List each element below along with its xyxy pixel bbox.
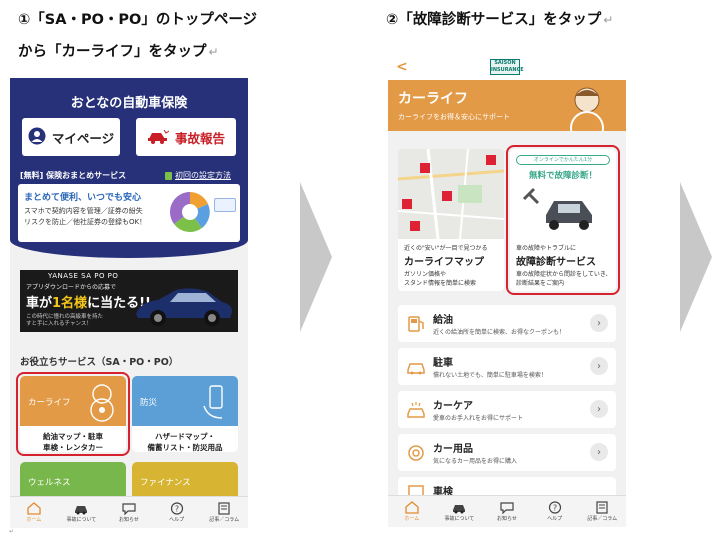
step1-caption-line2: から「カーライフ」をタップ ↵ xyxy=(18,44,219,60)
service-label: [無料] 保険おまとめサービス xyxy=(20,171,127,180)
map-card-title: カーライフマップ xyxy=(404,257,484,268)
help-icon: ? xyxy=(548,501,561,514)
nav-news[interactable]: お知らせ xyxy=(483,496,531,527)
mypage-label: マイページ xyxy=(51,130,115,146)
home-icon xyxy=(27,502,41,515)
nav-news[interactable]: お知らせ xyxy=(105,497,153,528)
map-thumbnail xyxy=(398,149,504,240)
svg-text:?: ? xyxy=(174,505,178,514)
screen-sapopo-top: おとなの自動車保険 マイページ 事故報告 [無料] 保険おまとめサービス 初回の… xyxy=(10,78,248,528)
hand-phone-icon xyxy=(198,382,232,426)
nav-articles[interactable]: 記事／コラム xyxy=(200,497,248,528)
bottom-nav: ホーム 事故について お知らせ ? ヘルプ 記事／コラム xyxy=(10,496,248,528)
parking-car-icon xyxy=(407,363,425,375)
card-text-2: リスクを防止／他社証券の登録もOK！ xyxy=(24,218,147,226)
car-crash-icon xyxy=(147,128,170,147)
chevron-right-icon: › xyxy=(590,443,608,461)
pie-graphic-icon xyxy=(168,190,212,238)
svg-text:?: ? xyxy=(552,504,556,513)
mypage-button[interactable]: マイページ xyxy=(22,118,120,156)
list-item-fuel[interactable]: 給油 近くの給油所を簡単に検索、お得なクーポンも！ › xyxy=(398,305,616,342)
tile-disaster-label: 防災 xyxy=(140,398,158,408)
screen-carlife: < SAISON INSURANCE カーライフ カーライフをお得＆安心にサポート… xyxy=(388,55,626,527)
nav-accident[interactable]: 事故について xyxy=(58,497,106,528)
list-item-parking[interactable]: 駐車 慣れない土地でも、簡単に駐車場を検索！ › xyxy=(398,348,616,385)
list-item-sub: 近くの給油所を簡単に検索、お得なクーポンも！ xyxy=(433,329,566,336)
home-icon xyxy=(405,501,419,514)
nav-home[interactable]: ホーム xyxy=(10,497,58,528)
document-icon xyxy=(218,502,230,515)
help-icon: ? xyxy=(170,502,183,515)
setup-link[interactable]: 初回の設定方法 xyxy=(165,170,231,181)
tile-wellness-label: ウェルネス xyxy=(28,478,71,488)
chat-bubble-icon xyxy=(500,502,514,514)
list-item-car-goods[interactable]: カー用品 気になるカー用品をお得に購入 › xyxy=(398,434,616,471)
app-logo-icon xyxy=(214,198,236,212)
list-item-sub: 気になるカー用品をお得に購入 xyxy=(433,458,518,465)
useful-services-heading: お役立ちサービス（SA・PO・PO） xyxy=(20,357,179,368)
car-care-icon xyxy=(407,402,425,418)
card-headline: まとめて便利、いつでも安心 xyxy=(24,193,142,203)
chat-bubble-icon xyxy=(122,503,136,515)
bottom-nav: ホーム 事故について お知らせ ? ヘルプ 記事／コラム xyxy=(388,495,626,527)
document-icon xyxy=(596,501,608,514)
list-item-sub: 愛車のお手入れをお得にサポート xyxy=(433,415,524,422)
list-item-title: カー用品 xyxy=(433,444,473,455)
banner-sub: アプリダウンロードからの応募で xyxy=(26,284,117,291)
chevron-right-icon: › xyxy=(590,400,608,418)
car-icon xyxy=(453,505,466,514)
list-item-sub: 慣れない土地でも、簡単に駐車場を検索！ xyxy=(433,372,547,379)
back-chevron-icon[interactable]: < xyxy=(396,59,408,75)
nav-help[interactable]: ? ヘルプ xyxy=(531,496,579,527)
accident-label: 事故報告 xyxy=(174,130,225,146)
car-icon xyxy=(75,506,88,515)
arrow-right-icon xyxy=(300,182,332,332)
car-image-icon xyxy=(130,280,236,332)
step2-caption: ②「故障診断サービス」をタップ ↵ xyxy=(386,12,614,28)
map-card-small: 近くの"安い"が一目で見つかる xyxy=(404,245,488,252)
nav-home[interactable]: ホーム xyxy=(388,496,436,527)
map-card-text1: ガソリン価格や xyxy=(404,271,447,278)
carlife-map-card[interactable]: 近くの"安い"が一目で見つかる カーライフマップ ガソリン価格や スタンド情報を… xyxy=(398,149,504,291)
saison-logo: SAISON INSURANCE xyxy=(490,59,524,75)
user-icon xyxy=(28,127,46,148)
step1-caption-line1: ①「SA・PO・PO」のトップページ xyxy=(18,12,258,28)
arrow-right-icon xyxy=(680,182,712,332)
list-item-carcare[interactable]: カーケア 愛車のお手入れをお得にサポート › xyxy=(398,391,616,428)
tile-disaster-desc2: 備蓄リスト・防災用品 xyxy=(147,443,223,452)
list-item-title: 駐車 xyxy=(433,358,453,369)
nav-accident[interactable]: 事故について xyxy=(436,496,484,527)
banner-foot: この時代に憧れの高級車を持たすと手に入れるチャンス！ xyxy=(26,314,104,327)
highlight-diagnosis xyxy=(506,145,620,295)
app-title: おとなの自動車保険 xyxy=(70,96,188,111)
tile-disaster[interactable]: 防災 ハザードマップ・ 備蓄リスト・防災用品 xyxy=(132,376,238,452)
fuel-pump-icon xyxy=(408,316,424,332)
carlife-banner: カーライフ カーライフをお得＆安心にサポート xyxy=(388,80,626,131)
chevron-right-icon: › xyxy=(590,314,608,332)
chevron-right-icon: › xyxy=(590,357,608,375)
list-item-title: 給油 xyxy=(433,315,453,326)
summary-service-card[interactable]: まとめて便利、いつでも安心 スマホで契約内容を管理／証券の紛失 リスクを防止／他… xyxy=(18,184,240,242)
tire-icon xyxy=(408,445,424,461)
nav-help[interactable]: ? ヘルプ xyxy=(153,497,201,528)
banner-brand: YANASE SA PO PO xyxy=(48,272,119,280)
highlight-carlife xyxy=(16,372,130,456)
driver-illustration-icon xyxy=(556,82,618,131)
yanase-campaign-banner[interactable]: YANASE SA PO PO アプリダウンロードからの応募で 車が1名様に当た… xyxy=(20,270,238,332)
tile-disaster-desc1: ハザードマップ・ xyxy=(155,432,215,441)
footnote-return-mark: ↵ xyxy=(9,528,15,535)
carlife-title: カーライフ xyxy=(398,91,468,107)
list-item-title: カーケア xyxy=(433,401,473,412)
map-card-text2: スタンド情報を簡単に検索 xyxy=(404,280,477,287)
guide-icon xyxy=(165,171,172,180)
nav-articles[interactable]: 記事／コラム xyxy=(578,496,626,527)
carlife-subtitle: カーライフをお得＆安心にサポート xyxy=(398,113,510,121)
app-header: < SAISON INSURANCE xyxy=(388,55,626,80)
tile-finance-label: ファイナンス xyxy=(140,478,191,488)
accident-report-button[interactable]: 事故報告 xyxy=(136,118,236,156)
card-text-1: スマホで契約内容を管理／証券の紛失 xyxy=(24,207,143,215)
